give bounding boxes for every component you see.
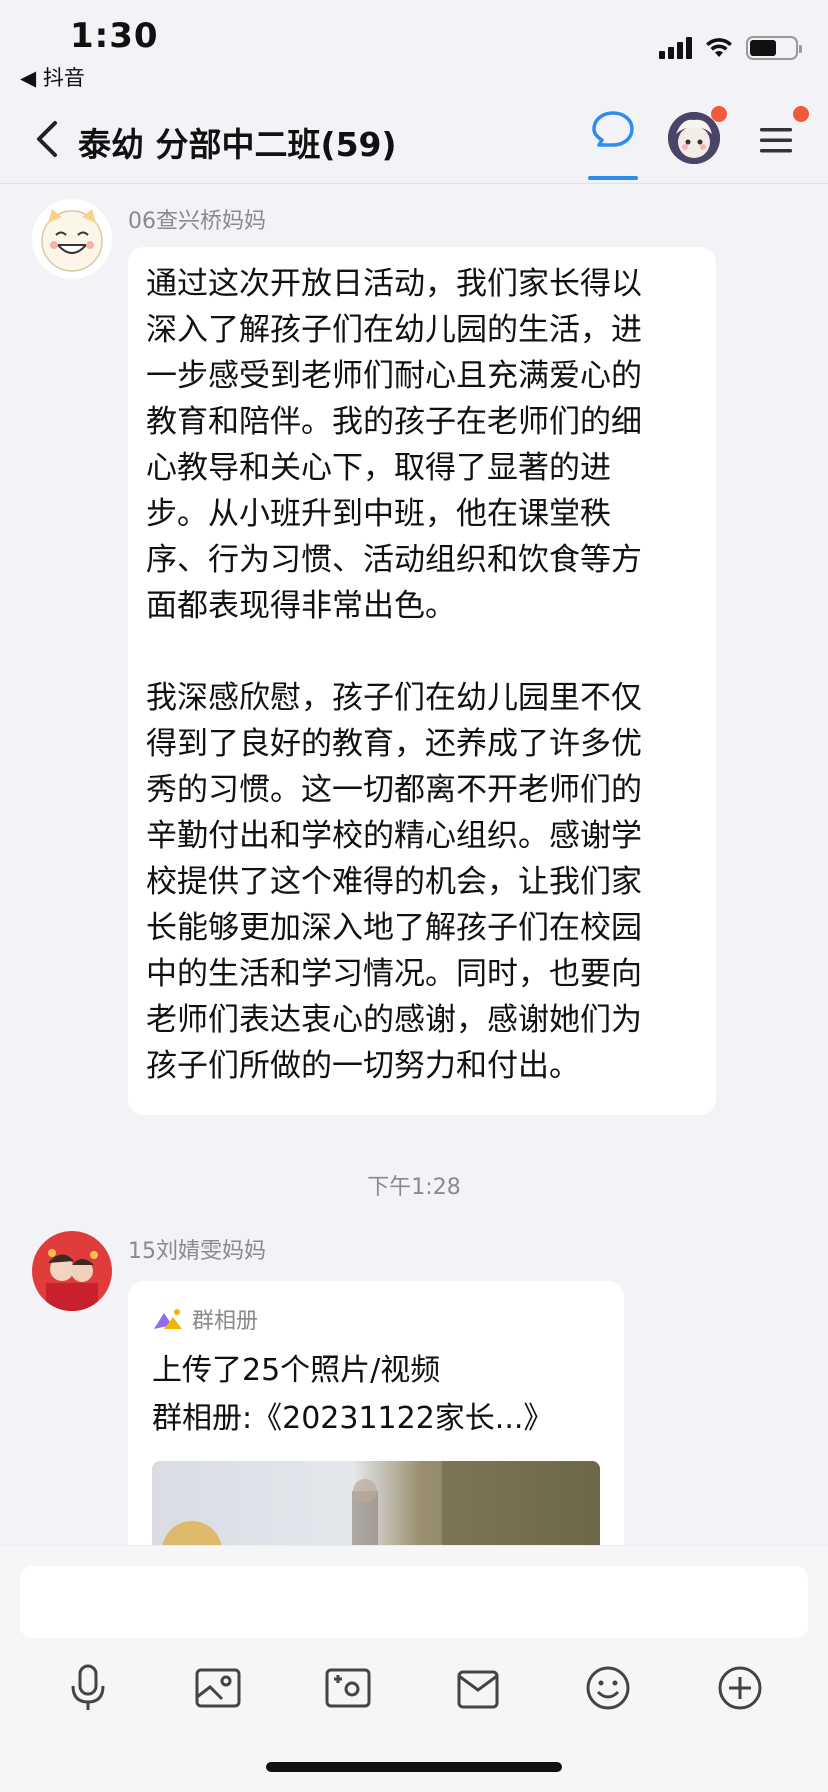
chat-bubble-icon — [592, 111, 634, 147]
photo-avatar-icon — [32, 1231, 112, 1311]
album-upload-text: 上传了25个照片/视频 — [152, 1353, 441, 1388]
input-area — [0, 1545, 828, 1792]
message-list[interactable]: 06查兴桥妈妈 通过这次开放日活动，我们家长得以 深入了解孩子们在幼儿园的生活，… — [0, 185, 828, 1545]
signal-icon — [659, 37, 692, 59]
image-icon — [195, 1668, 241, 1708]
microphone-icon — [71, 1664, 105, 1710]
plus-icon — [718, 1666, 762, 1710]
folder-icon — [457, 1670, 499, 1709]
nav-bar: 泰幼 分部中二班(59) — [0, 96, 828, 184]
album-name-text: 群相册:《20231122家长...》 — [152, 1401, 554, 1436]
menu-icon — [760, 128, 792, 153]
message-timestamp: 下午1:28 — [367, 1175, 461, 1200]
home-indicator[interactable] — [266, 1762, 562, 1772]
sender-name: 15刘婧雯妈妈 — [128, 1239, 266, 1264]
back-button[interactable] — [22, 114, 72, 164]
notification-dot — [793, 106, 809, 122]
image-button[interactable] — [186, 1656, 250, 1720]
input-toolbar — [0, 1656, 828, 1736]
album-photo-preview[interactable] — [152, 1461, 600, 1545]
message-input[interactable] — [20, 1566, 808, 1638]
album-label: 群相册 — [192, 1309, 259, 1334]
notification-dot — [711, 106, 727, 122]
back-to-app-link[interactable]: ◀ 抖音 — [20, 62, 85, 92]
active-tab-indicator — [588, 176, 638, 180]
camera-icon — [325, 1668, 371, 1708]
status-time: 1:30 — [70, 16, 159, 56]
sender-name: 06查兴桥妈妈 — [128, 209, 266, 234]
sender-avatar[interactable] — [32, 1231, 112, 1311]
mountain-icon — [154, 1309, 182, 1329]
more-button[interactable] — [708, 1656, 772, 1720]
chevron-left-icon — [37, 121, 57, 157]
message-bubble[interactable]: 通过这次开放日活动，我们家长得以 深入了解孩子们在幼儿园的生活，进 一步感受到老… — [128, 247, 716, 1115]
album-card[interactable]: 群相册 上传了25个照片/视频 群相册:《20231122家长...》 — [128, 1281, 624, 1545]
file-button[interactable] — [446, 1656, 510, 1720]
wifi-icon — [706, 38, 732, 57]
cat-avatar-icon — [32, 199, 112, 279]
emoji-button[interactable] — [576, 1656, 640, 1720]
voice-button[interactable] — [56, 1656, 120, 1720]
battery-icon — [746, 36, 802, 60]
camera-button[interactable] — [316, 1656, 380, 1720]
chat-tab[interactable] — [584, 110, 642, 180]
page-title: 泰幼 分部中二班(59) — [78, 125, 397, 164]
status-bar: 1:30 ◀ 抖音 — [0, 0, 828, 96]
album-header: 群相册 — [152, 1303, 600, 1335]
message-text: 通过这次开放日活动，我们家长得以 深入了解孩子们在幼儿园的生活，进 一步感受到老… — [146, 266, 642, 1084]
sender-avatar[interactable] — [32, 199, 112, 279]
emoji-icon — [586, 1666, 630, 1710]
status-icons — [659, 36, 802, 60]
cartoon-avatar-icon — [668, 112, 720, 164]
group-avatar[interactable] — [668, 112, 720, 164]
menu-button[interactable] — [756, 120, 796, 160]
